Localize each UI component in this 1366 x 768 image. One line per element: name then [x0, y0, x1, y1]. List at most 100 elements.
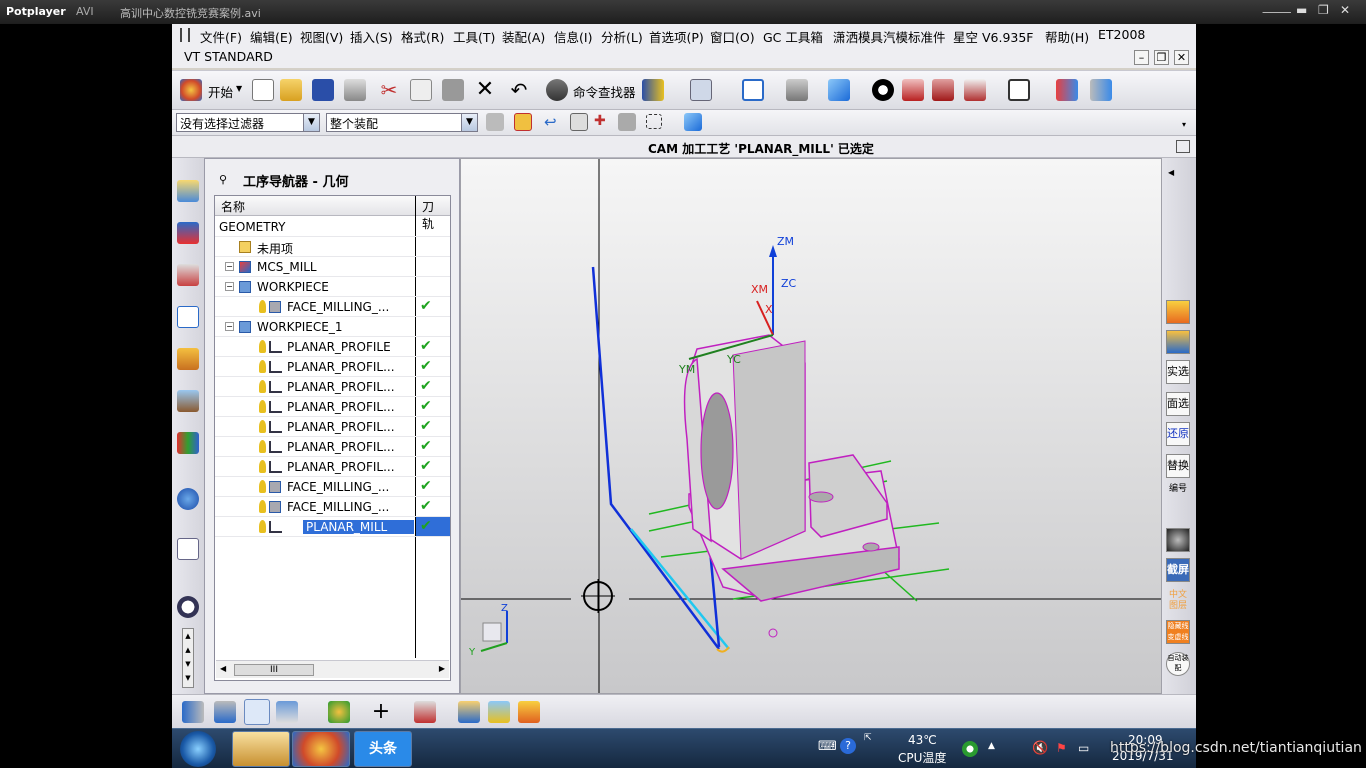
pin-icon[interactable]: ⚲: [219, 173, 227, 186]
assembly-scope-dropdown[interactable]: 整个装配 ▼: [326, 113, 478, 132]
print-icon[interactable]: [344, 79, 366, 101]
shade-sphere-icon[interactable]: [872, 79, 894, 101]
hidden-to-dashed-button[interactable]: 隐藏线变虚线: [1166, 620, 1190, 644]
tree-row[interactable]: PLANAR_PROFIL... ✔: [215, 417, 450, 437]
expand-toggle-icon[interactable]: −: [225, 282, 234, 291]
arrow-icon[interactable]: ↩: [544, 113, 562, 131]
select-feature-icon[interactable]: [618, 113, 636, 131]
toolbar-overflow-icon[interactable]: ▾: [1182, 120, 1186, 129]
replace-button[interactable]: 替换: [1166, 454, 1190, 478]
auto-assembly-button[interactable]: 自动装配: [1166, 652, 1190, 676]
selection-filter-dropdown[interactable]: 没有选择过滤器 ▼: [176, 113, 320, 132]
start-orb-icon[interactable]: [180, 731, 216, 767]
keyboard-icon[interactable]: ⌨: [818, 739, 837, 754]
tree-row[interactable]: 未用项: [215, 237, 450, 257]
graphics-window[interactable]: ZM ZC XM X YM YC Z Y: [460, 158, 1162, 694]
player-restore-icon[interactable]: ▬: [1296, 3, 1307, 17]
expand-toggle-icon[interactable]: −: [225, 322, 234, 331]
explorer-taskbar-icon[interactable]: [232, 731, 290, 767]
machine-tool-view-icon[interactable]: [214, 701, 236, 723]
show-hidden-icons-icon[interactable]: ▲: [988, 741, 995, 751]
player-maximize-icon[interactable]: ❐: [1318, 3, 1329, 17]
menu-analysis[interactable]: 分析(L): [601, 27, 643, 46]
shaded-cube-icon[interactable]: [828, 79, 850, 101]
binoculars-icon[interactable]: [546, 79, 568, 101]
chevron-down-icon[interactable]: ▼: [461, 114, 477, 131]
expand-toggle-icon[interactable]: −: [225, 262, 234, 271]
close-icon[interactable]: ✕: [1174, 50, 1189, 65]
player-brand[interactable]: Potplayer: [6, 5, 66, 18]
snap-icon[interactable]: ✚: [594, 113, 612, 131]
start-button[interactable]: 开始: [208, 82, 233, 101]
flag-icon[interactable]: ⚑: [1056, 741, 1067, 755]
tool-path-icon[interactable]: [642, 79, 664, 101]
menu-xingkong[interactable]: 星空 V6.935F: [953, 27, 1034, 46]
help-icon[interactable]: ?: [840, 738, 856, 754]
tree-row[interactable]: FACE_MILLING_... ✔: [215, 497, 450, 517]
tree-row[interactable]: − WORKPIECE: [215, 277, 450, 297]
web-browser-icon[interactable]: [177, 538, 199, 560]
restore-icon[interactable]: ❐: [1154, 50, 1169, 65]
face-select-button[interactable]: 面选: [1166, 392, 1190, 416]
menu-format[interactable]: 格式(R): [401, 27, 444, 46]
tray-expand-icon[interactable]: ⇱: [864, 733, 872, 743]
player-close-icon[interactable]: ✕: [1340, 3, 1350, 17]
snap-point-icon[interactable]: [514, 113, 532, 131]
minimize-icon[interactable]: –: [1134, 50, 1149, 65]
undo-icon[interactable]: ↶: [508, 79, 530, 101]
machine-tool-navigator-icon[interactable]: [177, 390, 199, 412]
tree-row[interactable]: − MCS_MILL: [215, 257, 450, 277]
copy-icon[interactable]: [410, 79, 432, 101]
edge-display-icon[interactable]: [932, 79, 954, 101]
menu-tools[interactable]: 工具(T): [453, 27, 495, 46]
cube-select-icon[interactable]: [684, 113, 702, 131]
tree-row[interactable]: PLANAR_MILL ✔: [215, 517, 450, 537]
network-status-icon[interactable]: [962, 741, 978, 757]
open-folder-icon[interactable]: [280, 79, 302, 101]
tree-row[interactable]: PLANAR_PROFIL... ✔: [215, 437, 450, 457]
create-operation-icon[interactable]: [518, 701, 540, 723]
history-icon[interactable]: [177, 596, 199, 618]
section-view-icon[interactable]: [964, 79, 986, 101]
screenshot-button[interactable]: 截屏: [1166, 558, 1190, 582]
wcs-icon[interactable]: [1090, 79, 1112, 101]
collapse-icon[interactable]: ◀: [1168, 168, 1174, 177]
fit-view-icon[interactable]: [742, 79, 764, 101]
chevron-down-icon[interactable]: ▼: [303, 114, 319, 131]
number-button[interactable]: 编号: [1166, 484, 1190, 508]
menu-info[interactable]: 信息(I): [554, 27, 592, 46]
method-view-icon[interactable]: [276, 701, 298, 723]
create-geometry-icon[interactable]: [458, 701, 480, 723]
toutiao-taskbar-button[interactable]: 头条: [354, 731, 412, 767]
fullscreen-icon[interactable]: [1176, 140, 1190, 153]
cut-icon[interactable]: ✂: [378, 79, 400, 101]
create-program-icon[interactable]: [328, 701, 350, 723]
horizontal-scrollbar[interactable]: ◀ III ▶: [216, 660, 449, 678]
volume-muted-icon[interactable]: 🔇: [1032, 741, 1048, 756]
column-header-toolpath[interactable]: 刀轨: [416, 196, 450, 231]
real-select-button[interactable]: 实选: [1166, 360, 1190, 384]
part-navigator-icon[interactable]: [177, 264, 199, 286]
command-finder-button[interactable]: 命令查找器: [573, 82, 636, 101]
tree-row[interactable]: PLANAR_PROFIL... ✔: [215, 397, 450, 417]
filter-settings-icon[interactable]: [486, 113, 504, 131]
delete-icon[interactable]: ✕: [474, 79, 496, 101]
quick-tool-icon[interactable]: [1166, 300, 1190, 324]
model-view[interactable]: ZM ZC XM X YM YC Z Y: [461, 159, 1161, 693]
info-window-icon[interactable]: [177, 488, 199, 510]
face-analysis-icon[interactable]: [902, 79, 924, 101]
chevron-down-icon[interactable]: ▼: [236, 84, 242, 93]
start-icon[interactable]: [180, 79, 202, 101]
tree-row[interactable]: − WORKPIECE_1: [215, 317, 450, 337]
tree-row[interactable]: PLANAR_PROFIL... ✔: [215, 457, 450, 477]
menu-et2008[interactable]: ET2008: [1098, 27, 1145, 42]
geometry-view-icon[interactable]: [244, 699, 270, 725]
scroll-right-icon[interactable]: ▶: [439, 664, 445, 673]
menu-help[interactable]: 帮助(H): [1045, 27, 1089, 46]
monitor-icon[interactable]: ▭: [1078, 741, 1089, 755]
new-file-icon[interactable]: [252, 79, 274, 101]
tree-row[interactable]: GEOMETRY: [215, 217, 450, 237]
background-icon[interactable]: [1008, 79, 1030, 101]
menu-assembly[interactable]: 装配(A): [502, 27, 545, 46]
paste-icon[interactable]: [442, 79, 464, 101]
